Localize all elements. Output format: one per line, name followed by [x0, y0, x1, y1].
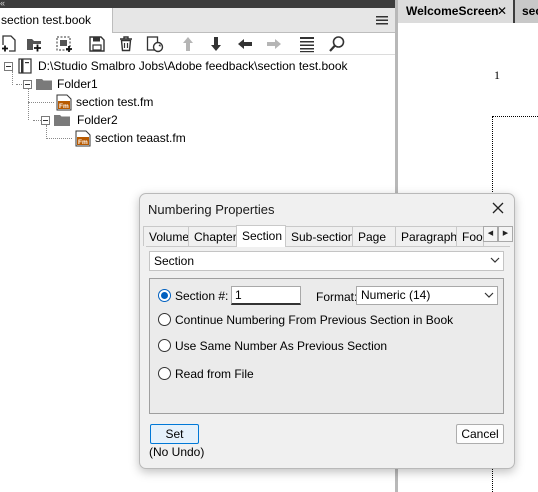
tree-toggle-folder1[interactable] — [23, 80, 32, 89]
tree-connector — [12, 71, 13, 85]
close-icon[interactable] — [490, 200, 506, 216]
section-number-input[interactable]: 1 — [231, 286, 301, 305]
collapse-panel-icon[interactable]: « — [0, 0, 10, 8]
radio-button[interactable] — [158, 339, 171, 352]
tab-volume[interactable]: Volume — [143, 226, 189, 246]
radio-label: Read from File — [175, 367, 254, 381]
radio-label: Use Same Number As Previous Section — [175, 339, 388, 353]
tab-welcome-screen[interactable]: WelcomeScreen ✕ — [398, 0, 513, 23]
tree-toggle-folder2[interactable] — [41, 116, 50, 125]
update-book-icon[interactable] — [146, 35, 164, 53]
properties-icon[interactable] — [298, 35, 316, 53]
cancel-button[interactable]: Cancel — [456, 424, 504, 444]
tree-label-folder1: Folder1 — [57, 77, 98, 91]
delete-icon[interactable] — [117, 35, 135, 53]
format-select[interactable]: Numeric (14) — [356, 286, 498, 305]
panel-menu-icon[interactable] — [376, 15, 388, 26]
tab-footnote[interactable]: Foo — [456, 226, 484, 246]
tab-section-document[interactable]: sec — [515, 0, 538, 23]
framemaker-file-icon: Fm — [56, 94, 72, 111]
close-tab-icon[interactable]: ✕ — [497, 0, 507, 23]
radio-label: Section #: — [175, 289, 229, 303]
section-options-group: Section #: 1 Format: Numeric (14) Contin… — [149, 278, 504, 414]
format-value: Numeric (14) — [361, 288, 431, 302]
radio-label: Continue Numbering From Previous Section… — [175, 313, 454, 327]
radio-button[interactable] — [158, 313, 171, 326]
chevron-down-icon — [484, 292, 494, 298]
radio-button[interactable] — [158, 289, 171, 302]
tab-chapter[interactable]: Chapter — [188, 226, 237, 246]
text-frame-border — [492, 116, 538, 117]
dialog-title: Numbering Properties — [148, 202, 275, 217]
tree-label-file: section teaast.fm — [95, 131, 186, 145]
set-button[interactable]: Set — [150, 424, 199, 444]
framemaker-file-icon: Fm — [75, 130, 91, 147]
fm-badge: Fm — [59, 103, 69, 110]
document-tabstrip: WelcomeScreen ✕ sec — [398, 0, 538, 23]
dialog-tabs: Volume Chapter Section Sub-section Page … — [143, 225, 513, 247]
tree-connector — [28, 102, 54, 103]
tab-paragraph[interactable]: Paragraph — [395, 226, 457, 246]
tab-sub-section[interactable]: Sub-section — [285, 226, 353, 246]
tab-page[interactable]: Page — [352, 226, 396, 246]
category-select[interactable]: Section — [149, 251, 504, 271]
tree-label-folder2: Folder2 — [77, 113, 118, 127]
book-tab[interactable]: section test.book — [0, 8, 113, 33]
move-up-icon[interactable] — [179, 35, 197, 53]
tab-label: sec — [522, 4, 538, 18]
save-icon[interactable] — [88, 35, 106, 53]
tab-label: WelcomeScreen — [406, 4, 499, 18]
format-label: Format: — [316, 290, 358, 304]
tree-label-book: D:\Studio Smalbro Jobs\Adobe feedback\se… — [38, 59, 348, 73]
chevron-down-icon — [490, 257, 500, 263]
panel-header-bar: « — [0, 0, 395, 8]
book-tabstrip: section test.book — [0, 8, 395, 33]
tree-connector — [46, 138, 72, 139]
tree-connector — [33, 120, 41, 121]
folder-icon — [54, 115, 70, 126]
move-left-icon[interactable] — [236, 35, 254, 53]
tab-section[interactable]: Section — [236, 225, 286, 247]
search-icon[interactable] — [328, 35, 346, 53]
fm-badge: Fm — [78, 139, 88, 146]
tree-connector — [28, 89, 29, 120]
no-undo-note: (No Undo) — [149, 445, 205, 459]
book-icon — [18, 58, 32, 74]
add-folder-icon[interactable] — [25, 35, 43, 53]
tree-label-file: section test.fm — [76, 95, 154, 109]
numbering-properties-dialog: Numbering Properties Volume Chapter Sect… — [139, 193, 515, 469]
tree-connector — [46, 125, 47, 139]
book-tree: D:\Studio Smalbro Jobs\Adobe feedback\se… — [0, 56, 395, 156]
add-file-icon[interactable] — [0, 35, 18, 53]
tree-toggle-root[interactable] — [4, 62, 13, 71]
move-right-icon[interactable] — [265, 35, 283, 53]
scroll-left-icon[interactable]: ◀ — [483, 226, 498, 242]
tab-scroll-buttons: ◀ ▶ — [483, 226, 513, 242]
page-number-text: 1 — [494, 68, 500, 82]
scroll-right-icon[interactable]: ▶ — [498, 226, 513, 242]
folder-icon — [36, 79, 52, 90]
category-value: Section — [154, 254, 195, 268]
move-down-icon[interactable] — [207, 35, 225, 53]
radio-button[interactable] — [158, 367, 171, 380]
add-group-icon[interactable] — [55, 35, 73, 53]
book-toolbar — [0, 33, 395, 55]
